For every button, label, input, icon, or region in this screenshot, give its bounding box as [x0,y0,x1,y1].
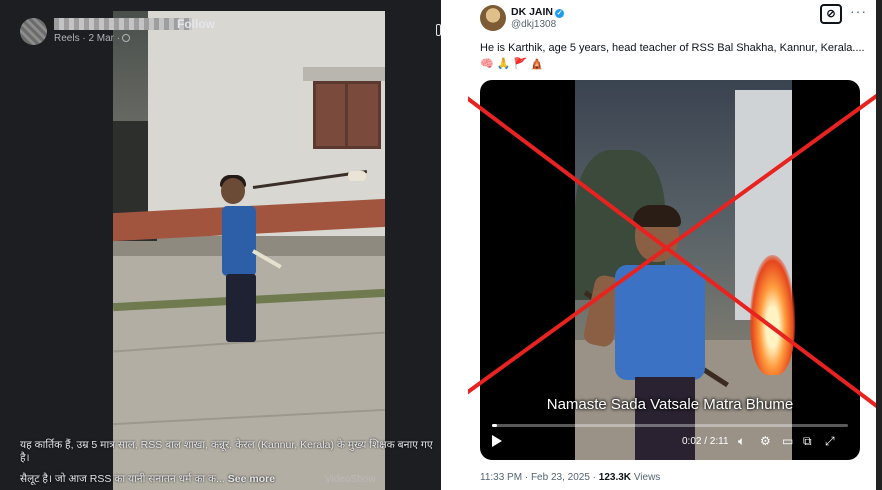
see-more-link[interactable]: See more [228,473,275,485]
tweet-footer: 11:33 PM · Feb 23, 2025 · 123.3K Views [480,472,660,483]
caption-truncated-text: सैलूट है। जो आज RSS का यानी सनातन धर्म क… [20,473,225,485]
settings-gear-icon[interactable]: ⚙︎ [760,434,771,448]
video-subtitle: Namaste Sada Vatsale Matra Bhume [546,396,794,413]
video-child-hair [633,205,681,227]
post-meta: Reels · 2 Mar · [54,33,131,44]
tweet: DK JAIN ✓ @dkj1308 ⊘ ··· He is Karthik, a… [468,0,882,490]
popout-icon[interactable]: ⧉ [803,434,812,449]
play-icon[interactable] [492,435,502,447]
author-name-text: DK JAIN [511,6,554,18]
grok-icon[interactable]: ⊘ [820,4,842,24]
video-window-bar [345,81,348,149]
video-stick-tip [348,171,366,181]
video-child-shirt [615,265,705,380]
blurred-profile-name[interactable] [54,18,192,30]
video-child-head [221,178,245,204]
video-time: 0:02 / 2:11 [682,436,729,447]
tweet-text: He is Karthik, age 5 years, head teacher… [480,42,865,70]
author-handle[interactable]: @dkj1308 [511,19,556,30]
tweet-video[interactable]: Namaste Sada Vatsale Matra Bhume 0:02 / … [480,80,860,460]
video-controls: 0:02 / 2:11 🔈︎ ⚙︎ ▭ ⧉ ⤢ [480,434,860,452]
video-child-pants [226,274,256,342]
post-header: Follow Reels · 2 Mar · [20,16,420,50]
reel-video[interactable] [113,11,385,490]
blurred-avatar[interactable] [20,18,47,45]
video-fire [750,255,795,375]
views-label: Views [633,472,661,483]
author-name[interactable]: DK JAIN ✓ [511,6,565,18]
panel-divider [441,0,468,490]
author-avatar[interactable] [480,5,506,31]
video-progress-fill [492,424,498,427]
follow-button[interactable]: Follow [177,17,215,31]
tweet-timestamp[interactable]: 11:33 PM · Feb 23, 2025 · [480,472,596,483]
fullscreen-icon[interactable]: ⤢ [825,434,835,449]
post-meta-text: Reels · 2 Mar · [54,33,121,44]
speaker-icon[interactable]: 🔈︎ [738,434,745,449]
verified-badge-icon: ✓ [555,9,565,18]
facebook-reel-post: Follow Reels · 2 Mar · यह कार्तिक हैं, उ… [0,0,441,490]
right-edge-strip [876,0,882,490]
views-count: 123.3K [598,472,632,483]
post-caption: यह कार्तिक हैं, उम्र 5 मात्र साल, RSS बा… [20,439,433,464]
captions-icon[interactable]: ▭ [782,434,793,448]
video-progress-bar[interactable] [492,424,848,427]
video-wall-cornice [303,67,385,81]
globe-icon [122,34,131,42]
video-watermark: VideoShow [325,474,376,485]
more-menu-icon[interactable]: ··· [850,3,867,19]
screenshot-root: Follow Reels · 2 Mar · यह कार्तिक हैं, उ… [0,0,882,490]
video-child-shirt [222,206,256,276]
